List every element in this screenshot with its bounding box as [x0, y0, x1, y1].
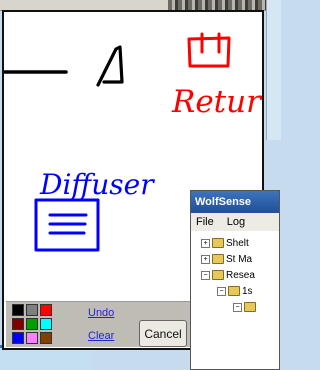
background-window-edge — [266, 0, 281, 140]
color-swatch-cyan[interactable] — [40, 318, 52, 330]
window-title[interactable]: WolfSense — [191, 191, 279, 213]
undo-link[interactable]: Undo — [88, 307, 114, 319]
menu-log[interactable]: Log — [222, 216, 250, 228]
tree-item-st-ma[interactable]: + St Ma — [201, 252, 252, 268]
tree-item-label: Resea — [226, 270, 255, 281]
tree-item-label: St Ma — [226, 254, 253, 265]
background-photo-strip — [168, 0, 280, 10]
tree-item-1s[interactable]: − 1s — [217, 284, 253, 300]
color-swatch-gray[interactable] — [26, 304, 38, 316]
menu-bar: File Log — [191, 213, 279, 232]
collapse-icon[interactable]: − — [201, 270, 210, 280]
collapse-icon[interactable]: − — [233, 302, 242, 312]
collapse-icon[interactable]: − — [217, 286, 226, 296]
folder-icon — [212, 254, 224, 265]
color-swatch-dark-red[interactable] — [12, 318, 24, 330]
folder-icon — [212, 270, 224, 281]
color-swatch-green[interactable] — [26, 318, 38, 330]
color-swatch-brown[interactable] — [40, 332, 52, 344]
tree-item-label: 1s — [242, 286, 253, 297]
expand-icon[interactable]: + — [201, 238, 210, 248]
folder-icon — [228, 286, 240, 297]
folder-icon — [212, 238, 224, 249]
menu-file[interactable]: File — [191, 216, 219, 228]
diffuser-annotation: Diffuser — [39, 168, 155, 201]
tree-item-child[interactable]: − — [233, 300, 258, 316]
color-swatch-red[interactable] — [40, 304, 52, 316]
clear-link[interactable]: Clear — [88, 330, 114, 342]
color-swatch-magenta[interactable] — [26, 332, 38, 344]
color-swatch-black[interactable] — [12, 304, 24, 316]
color-swatch-blue[interactable] — [12, 332, 24, 344]
folder-icon — [244, 302, 256, 313]
tree-item-shelt[interactable]: + Shelt — [201, 236, 249, 252]
cancel-button[interactable]: Cancel — [139, 320, 187, 347]
tree-item-resea[interactable]: − Resea — [201, 268, 255, 284]
wolfsense-window: WolfSense File Log + Shelt + St Ma − Resea … — [190, 190, 280, 370]
return-annotation: Return — [171, 84, 262, 120]
expand-icon[interactable]: + — [201, 254, 210, 264]
tree-view: + Shelt + St Ma − Resea −1s − — [191, 231, 279, 369]
tree-item-label: Shelt — [226, 238, 249, 249]
